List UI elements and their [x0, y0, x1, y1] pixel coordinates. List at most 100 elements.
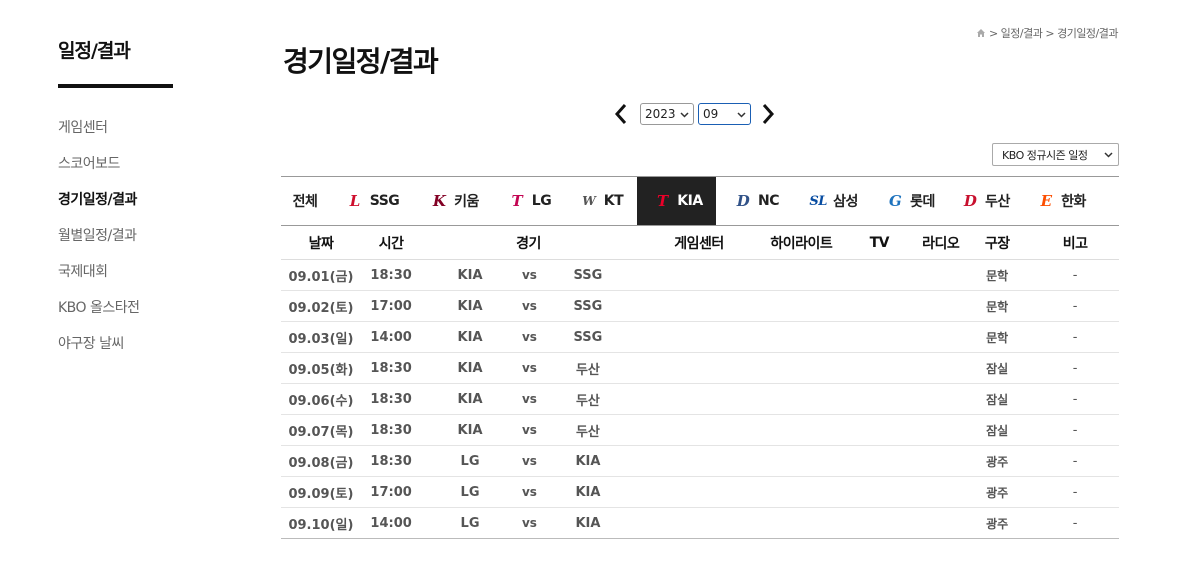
sidebar-title: 일정/결과 — [58, 40, 131, 62]
year-select-value: 2023 — [645, 107, 676, 121]
breadcrumb-item[interactable]: > 경기일정/결과 — [1045, 25, 1118, 41]
month-select[interactable]: 09 — [698, 103, 751, 125]
doosan-logo-icon: D — [963, 192, 977, 210]
year-select[interactable]: 2023 — [640, 103, 694, 125]
row-stadium: 문학 — [986, 268, 1009, 283]
row-time: 18:30 — [370, 360, 412, 376]
prev-month-icon[interactable] — [612, 102, 630, 126]
tab-label: 롯데 — [910, 194, 935, 210]
lotte-logo-icon: G — [888, 192, 902, 210]
tab-hanwha[interactable]: E 한화 — [1020, 177, 1100, 225]
row-time: 17:00 — [370, 484, 412, 500]
tab-label: NC — [758, 193, 780, 209]
breadcrumb-item[interactable]: > 일정/결과 — [989, 25, 1043, 41]
sidebar: 일정/결과 게임센터 스코어보드 경기일정/결과 월별일정/결과 국제대회 KB… — [58, 36, 173, 362]
header-tv: TV — [869, 234, 890, 251]
schedule-table: 날짜 시간 경기 게임센터 하이라이트 TV 라디오 구장 비고 09.01(금… — [281, 226, 1119, 539]
sidebar-divider — [58, 84, 173, 88]
row-date: 09.02(토) — [288, 300, 354, 316]
sidebar-item-monthly-schedule[interactable]: 월별일정/결과 — [58, 218, 173, 254]
kia-logo-icon: T — [656, 192, 668, 210]
row-stadium: 문학 — [986, 299, 1009, 314]
row-home-team: SSG — [573, 267, 603, 283]
row-note: - — [1072, 453, 1078, 469]
next-month-icon[interactable] — [759, 102, 777, 126]
nc-logo-icon: D — [736, 192, 750, 210]
sidebar-item-weather[interactable]: 야구장 날씨 — [58, 326, 173, 362]
tab-label: 삼성 — [833, 194, 858, 210]
row-away-team: KIA — [457, 329, 483, 345]
table-row: 09.02(토) 17:00 KIA vs SSG 문학 - — [281, 291, 1119, 322]
tab-kt[interactable]: W KT — [563, 177, 637, 225]
row-date: 09.05(화) — [288, 362, 354, 378]
sidebar-item-game-center[interactable]: 게임센터 — [58, 110, 173, 146]
season-select[interactable]: KBO 정규시즌 일정 — [992, 143, 1119, 166]
row-note: - — [1072, 298, 1078, 314]
row-home-team: KIA — [575, 484, 601, 500]
tab-label: LG — [531, 193, 552, 209]
row-stadium: 문학 — [986, 330, 1009, 345]
sidebar-item-international[interactable]: 국제대회 — [58, 254, 173, 290]
table-row: 09.03(일) 14:00 KIA vs SSG 문학 - — [281, 322, 1119, 353]
row-time: 14:00 — [370, 329, 412, 345]
sidebar-item-schedule-results[interactable]: 경기일정/결과 — [58, 182, 173, 218]
tab-samsung[interactable]: SL 삼성 — [794, 177, 870, 225]
row-stadium: 잠실 — [986, 361, 1009, 376]
row-note: - — [1072, 391, 1078, 407]
header-radio: 라디오 — [922, 235, 960, 252]
month-select-value: 09 — [703, 107, 719, 121]
sidebar-item-scoreboard[interactable]: 스코어보드 — [58, 146, 173, 182]
tab-ssg[interactable]: L SSG — [329, 177, 413, 225]
tab-label: KIA — [677, 193, 703, 209]
tab-kiwoom[interactable]: K 키움 — [413, 177, 493, 225]
row-note: - — [1072, 484, 1078, 500]
row-vs: vs — [521, 392, 537, 406]
row-date: 09.09(토) — [288, 486, 354, 502]
team-tabs: 전체 L SSG K 키움 T LG W KT T KIA D NC SL 삼성… — [281, 176, 1119, 226]
row-home-team: 두산 — [575, 362, 600, 378]
table-header: 날짜 시간 경기 게임센터 하이라이트 TV 라디오 구장 비고 — [281, 226, 1119, 260]
kiwoom-logo-icon: K — [432, 192, 446, 210]
row-date: 09.07(목) — [288, 424, 354, 440]
row-time: 18:30 — [370, 391, 412, 407]
season-select-value: KBO 정규시즌 일정 — [1002, 148, 1088, 162]
header-date: 날짜 — [308, 235, 334, 252]
tab-kia[interactable]: T KIA — [637, 177, 716, 225]
row-date: 09.10(일) — [288, 517, 354, 533]
row-away-team: KIA — [457, 360, 483, 376]
row-away-team: LG — [460, 484, 480, 500]
tab-all[interactable]: 전체 — [281, 177, 329, 225]
lg-logo-icon: T — [511, 192, 523, 210]
tab-nc[interactable]: D NC — [716, 177, 794, 225]
row-stadium: 광주 — [986, 485, 1009, 500]
sidebar-item-all-star[interactable]: KBO 올스타전 — [58, 290, 173, 326]
tab-label: 키움 — [454, 194, 479, 210]
chevron-down-icon — [1104, 152, 1113, 158]
row-time: 18:30 — [370, 267, 412, 283]
header-time: 시간 — [378, 235, 404, 252]
row-date: 09.01(금) — [288, 269, 354, 285]
row-away-team: KIA — [457, 298, 483, 314]
tab-label: KT — [603, 193, 624, 209]
tab-lotte[interactable]: G 롯데 — [870, 177, 948, 225]
row-stadium: 광주 — [986, 516, 1009, 531]
row-date: 09.08(금) — [288, 455, 354, 471]
row-vs: vs — [521, 454, 537, 468]
row-stadium: 잠실 — [986, 423, 1009, 438]
tab-doosan[interactable]: D 두산 — [948, 177, 1020, 225]
header-stadium: 구장 — [984, 235, 1010, 252]
header-note: 비고 — [1062, 235, 1088, 252]
row-away-team: KIA — [457, 422, 483, 438]
home-icon[interactable] — [976, 28, 986, 38]
tab-label: 한화 — [1061, 194, 1086, 210]
table-row: 09.07(목) 18:30 KIA vs 두산 잠실 - — [281, 415, 1119, 446]
row-away-team: KIA — [457, 391, 483, 407]
row-home-team: 두산 — [575, 424, 600, 440]
table-row: 09.10(일) 14:00 LG vs KIA 광주 - — [281, 508, 1119, 539]
kt-logo-icon: W — [582, 194, 596, 208]
tab-label: 두산 — [985, 194, 1010, 210]
hanwha-logo-icon: E — [1040, 192, 1052, 210]
row-vs: vs — [521, 361, 537, 375]
tab-lg[interactable]: T LG — [493, 177, 563, 225]
page-title: 경기일정/결과 — [283, 45, 439, 78]
